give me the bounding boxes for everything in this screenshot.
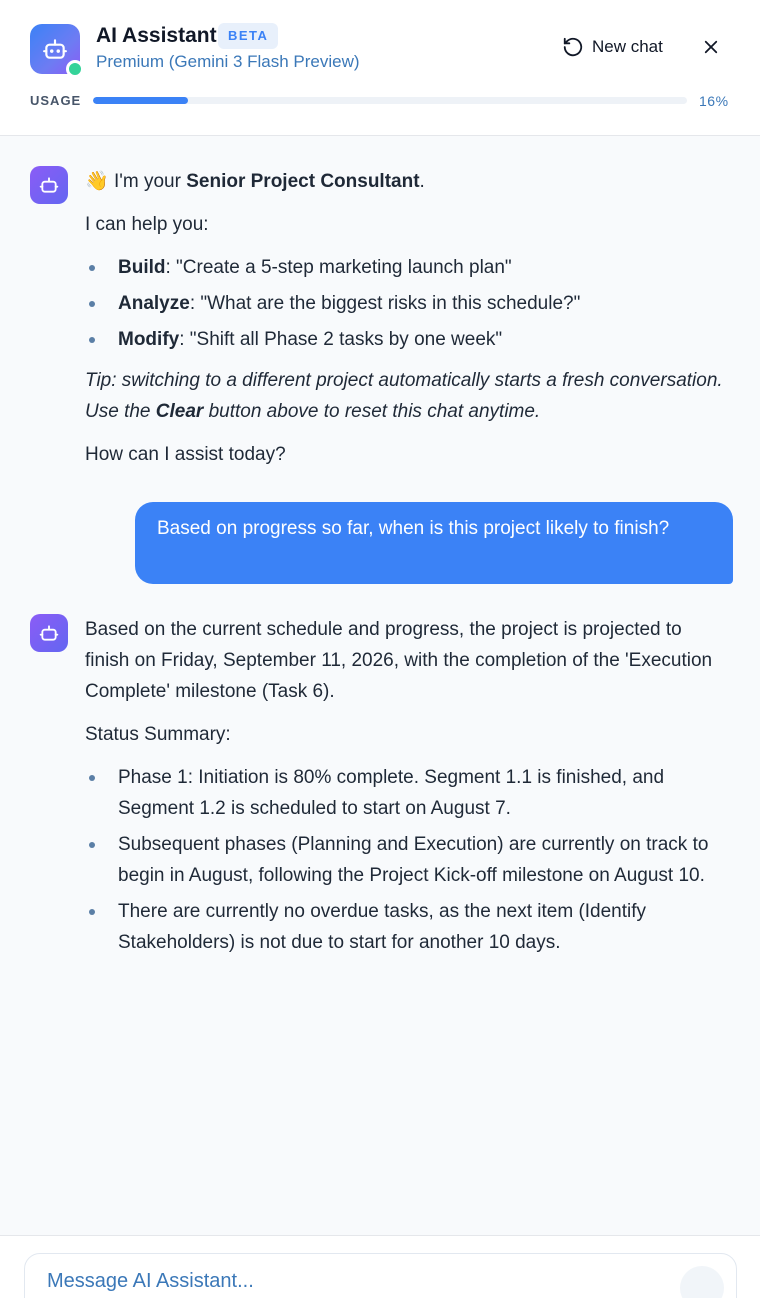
robot-icon: [43, 39, 67, 59]
summary-title: Status Summary:: [85, 724, 231, 745]
user-message: Based on progress so far, when is this p…: [135, 502, 733, 584]
reply-intro: Based on the current schedule and progre…: [85, 619, 713, 702]
send-button[interactable]: [680, 1266, 724, 1298]
chat-header: AI Assistant BETA Premium (Gemini 3 Flas…: [0, 0, 760, 136]
close-button[interactable]: [698, 34, 724, 60]
assistant-message-welcome: 👋 I'm your Senior Project Consultant. I …: [85, 166, 725, 482]
bot-avatar: [30, 614, 68, 652]
new-chat-label: New chat: [592, 37, 663, 56]
new-chat-button[interactable]: New chat: [562, 32, 663, 62]
online-status-dot: [66, 60, 84, 78]
beta-badge: BETA: [218, 23, 279, 49]
robot-icon: [39, 625, 59, 641]
usage-label: USAGE: [30, 93, 82, 108]
greeting-line: 👋 I'm your Senior Project Consultant.: [85, 171, 425, 192]
assistant-message-reply: Based on the current schedule and progre…: [85, 614, 725, 968]
close-icon: [704, 40, 718, 54]
capability-list: Build: "Create a 5-step marketing launch…: [85, 252, 725, 355]
usage-percent: 16%: [699, 93, 729, 109]
list-item: Analyze: "What are the biggest risks in …: [85, 288, 725, 319]
usage-progress-bar: [93, 97, 687, 104]
intro-line: I can help you:: [85, 214, 209, 235]
model-subtitle: Premium (Gemini 3 Flash Preview): [96, 52, 360, 71]
closing-line: How can I assist today?: [85, 444, 286, 465]
consultant-title: Senior Project Consultant: [186, 171, 420, 192]
list-item: Build: "Create a 5-step marketing launch…: [85, 252, 725, 283]
list-item: Subsequent phases (Planning and Executio…: [85, 829, 725, 891]
assistant-title: AI Assistant: [96, 24, 217, 47]
tip-text: Tip: switching to a different project au…: [85, 370, 723, 422]
message-input[interactable]: [47, 1270, 667, 1293]
usage-progress-fill: [93, 97, 189, 104]
list-item: Phase 1: Initiation is 80% complete. Seg…: [85, 762, 725, 824]
composer: [24, 1253, 737, 1298]
wave-emoji: 👋: [85, 171, 109, 192]
refresh-icon: [563, 37, 583, 57]
assistant-logo: [30, 24, 84, 78]
robot-icon: [39, 177, 59, 193]
bot-avatar: [30, 166, 68, 204]
list-item: Modify: "Shift all Phase 2 tasks by one …: [85, 324, 725, 355]
status-summary-list: Phase 1: Initiation is 80% complete. Seg…: [85, 762, 725, 958]
list-item: There are currently no overdue tasks, as…: [85, 896, 725, 958]
